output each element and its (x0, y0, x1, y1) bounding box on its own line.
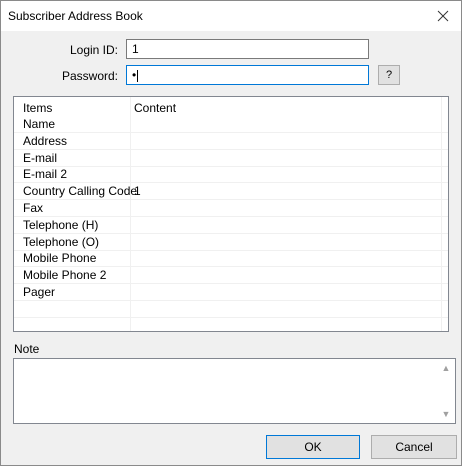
password-label: Password: (61, 69, 118, 83)
chevron-up-icon[interactable]: ▲ (439, 361, 453, 375)
table-row-empty (14, 300, 448, 318)
row-item-label: Name (23, 117, 56, 131)
row-item-label: Fax (23, 201, 44, 215)
window-title: Subscriber Address Book (8, 9, 143, 23)
row-item-label: Mobile Phone (23, 251, 97, 266)
table-row[interactable]: Telephone (O) (14, 233, 448, 251)
table-row[interactable]: Pager (14, 283, 448, 301)
table-row[interactable]: Fax (14, 199, 448, 217)
row-item-label: Telephone (O) (23, 234, 100, 249)
row-item-label: Pager (23, 285, 56, 299)
table-row[interactable]: Country Calling Code 1 (14, 182, 448, 201)
row-item-label: E-mail (23, 150, 58, 165)
row-item-label: Telephone (H) (23, 217, 99, 232)
title-bar: Subscriber Address Book (1, 1, 461, 31)
table-row[interactable]: E-mail (14, 149, 448, 167)
row-item-label: Mobile Phone 2 (23, 268, 107, 283)
note-label: Note (14, 342, 40, 356)
password-help-button[interactable]: ? (378, 65, 400, 85)
chevron-down-icon[interactable]: ▼ (439, 407, 453, 421)
ok-button[interactable]: OK (266, 435, 360, 459)
address-grid: Items Content Name Address E-mail E-mail 2C… (13, 96, 449, 332)
password-value: • (132, 68, 137, 82)
column-header-content: Content (134, 101, 177, 115)
row-item-label: Country Calling Code (23, 184, 138, 199)
close-icon[interactable] (431, 4, 455, 28)
row-item-label: E-mail 2 (23, 167, 68, 182)
table-row[interactable]: E-mail 2 (14, 165, 448, 184)
login-id-value: 1 (132, 42, 139, 56)
table-row[interactable]: Mobile Phone (14, 249, 448, 268)
row-content-value[interactable]: 1 (134, 184, 141, 198)
note-textarea[interactable]: ▲ ▼ (13, 358, 456, 424)
table-row[interactable]: Address (14, 132, 448, 150)
table-row[interactable]: Mobile Phone 2 (14, 266, 448, 285)
cancel-button[interactable]: Cancel (371, 435, 457, 459)
login-id-field[interactable]: 1 (126, 39, 369, 59)
login-id-label: Login ID: (69, 43, 118, 57)
table-row[interactable]: Telephone (H) (14, 216, 448, 234)
row-item-label: Address (23, 133, 68, 148)
password-field[interactable]: • (126, 65, 369, 85)
column-header-items: Items (23, 101, 53, 115)
dialog-window: Subscriber Address Book Login ID: 1 Pass… (0, 0, 462, 466)
table-row[interactable]: Name (14, 115, 448, 133)
